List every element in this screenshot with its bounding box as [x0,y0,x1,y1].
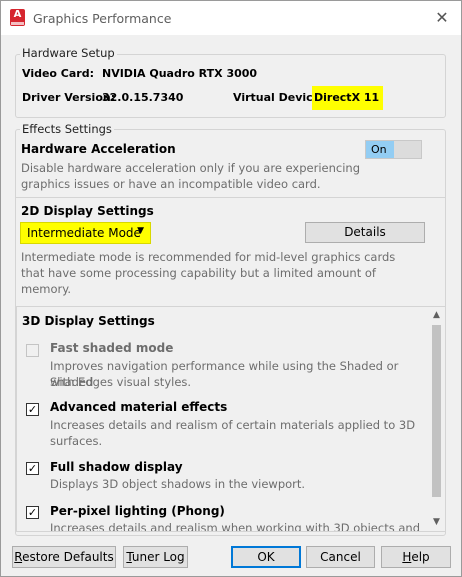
graphics-performance-dialog: A Graphics Performance ✕ Hardware Setup … [0,0,462,577]
display-2d-title: 2D Display Settings [21,204,154,218]
window-title: Graphics Performance [33,11,172,26]
per-pixel-lighting-checkbox[interactable]: ✓ [26,506,39,519]
video-card-label: Video Card: [22,67,95,80]
driver-version-value: 32.0.15.7340 [102,91,184,104]
cancel-button[interactable]: Cancel [306,546,375,568]
app-icon-letter: A [13,9,22,20]
advanced-material-effects-desc-line1: Increases details and realism of certain… [50,418,416,432]
close-icon[interactable]: ✕ [431,7,453,29]
mode-desc-line2: that have some processing capability but… [21,266,376,280]
tuner-log-button[interactable]: Tuner Log [123,546,188,568]
chevron-down-icon: ▼ [137,226,144,236]
video-card-value: NVIDIA Quadro RTX 3000 [102,67,258,80]
scroll-down-icon[interactable]: ▼ [428,514,445,531]
ok-button[interactable]: OK [231,546,301,568]
fast-shaded-mode-label: Fast shaded mode [50,341,174,355]
scrollbar-thumb[interactable] [432,325,441,497]
mode-desc-line3: memory. [21,282,72,296]
display-3d-title: 3D Display Settings [22,314,155,328]
full-shadow-display-checkbox[interactable]: ✓ [26,462,39,475]
advanced-material-effects-checkbox[interactable]: ✓ [26,403,39,416]
help-mnemonic: H [402,550,412,564]
restore-defaults-button[interactable]: Restore Defaults [12,546,116,568]
display-mode-dropdown[interactable]: Intermediate Mode ▼ [20,222,151,244]
help-label: elp [411,550,430,564]
hardware-setup-legend: Hardware Setup [20,46,117,60]
display-3d-panel[interactable]: 3D Display Settings Fast shaded mode Imp… [16,306,446,532]
restore-mnemonic: R [14,550,23,564]
virtual-device-value: DirectX 11 [312,86,384,110]
tuner-label: uner Log [131,550,185,564]
toggle-on-label: On [366,141,394,158]
virtual-device-label: Virtual Device: [233,91,325,104]
fast-shaded-mode-checkbox[interactable] [26,344,39,357]
vertical-scrollbar[interactable]: ▲ ▼ [428,307,445,531]
scroll-up-icon[interactable]: ▲ [428,307,445,324]
hardware-acceleration-desc-line1: Disable hardware acceleration only if yo… [21,161,360,175]
display-mode-selected: Intermediate Mode [27,226,141,240]
help-button[interactable]: Help [381,546,451,568]
per-pixel-lighting-label: Per-pixel lighting (Phong) [50,504,225,518]
effects-settings-legend: Effects Settings [20,122,114,136]
details-button[interactable]: Details [305,222,425,243]
hardware-acceleration-toggle[interactable]: On [365,140,422,159]
title-bar: A Graphics Performance ✕ [1,1,461,35]
advanced-material-effects-label: Advanced material effects [50,400,228,414]
full-shadow-display-desc-line1: Displays 3D object shadows in the viewpo… [50,477,306,491]
hardware-acceleration-desc-line2: graphics issues or have an incompatible … [21,177,321,191]
autocad-app-icon: A [10,9,25,26]
fast-shaded-mode-desc-line2: with Edges visual styles. [50,375,192,389]
mode-desc-line1: Intermediate mode is recommended for mid… [21,250,396,264]
per-pixel-lighting-desc-line1: Increases details and realism when worki… [50,521,420,532]
restore-label: estore Defaults [22,550,114,564]
hardware-acceleration-title: Hardware Acceleration [21,142,176,156]
advanced-material-effects-desc-line2: surfaces. [50,434,103,448]
full-shadow-display-label: Full shadow display [50,460,183,474]
section-divider [16,197,445,198]
